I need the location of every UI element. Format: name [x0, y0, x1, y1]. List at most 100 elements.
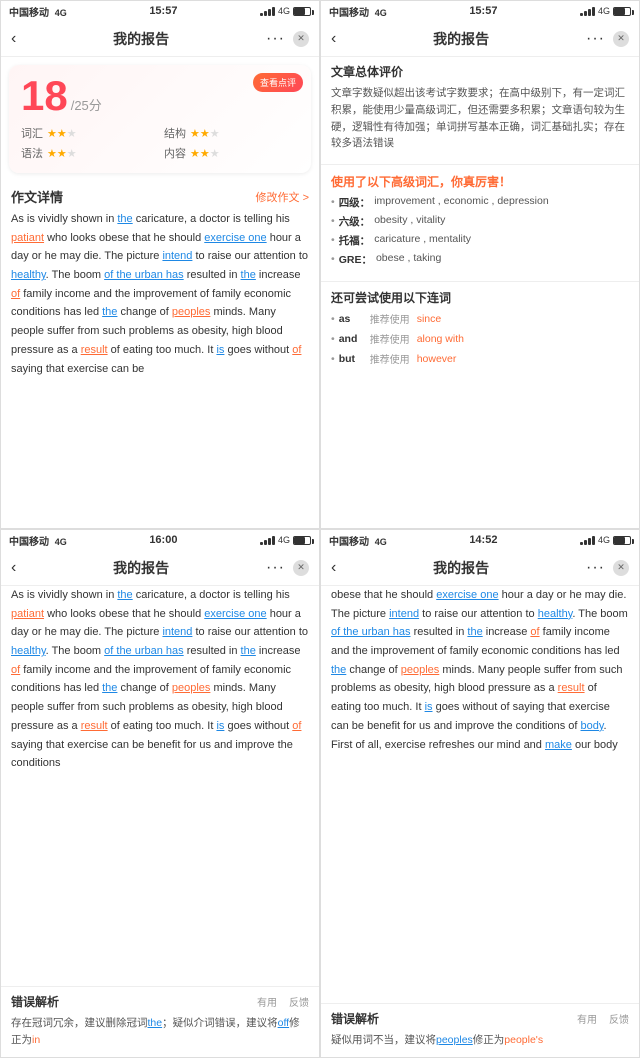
error-actions-3: 有用 反馈: [257, 994, 309, 1009]
vocab-list: 四级： improvement , economic , depression …: [331, 195, 629, 267]
battery-icon-2: [613, 7, 631, 16]
hl-patiant: patiant: [11, 232, 44, 244]
stars-grammar: ★★★: [47, 147, 77, 160]
status-bar-2: 中国移动 4G 15:57 4G: [321, 1, 639, 21]
score-grid: 词汇 ★★★ 结构 ★★★ 语法 ★★★ 内容 ★★★: [21, 125, 299, 161]
vocab-words-cet6: obesity , vitality: [374, 214, 445, 226]
network-icon-1: 4G: [278, 6, 290, 16]
conn-item-as: as 推荐使用 since: [331, 311, 629, 326]
nav-right-2: ··· ✕: [586, 30, 629, 48]
more-button-1[interactable]: ···: [266, 30, 285, 48]
conn-alt-as: since: [417, 313, 442, 325]
hl-urban-p4: of the urban has: [331, 626, 411, 638]
network-icon-2: 4G: [598, 6, 610, 16]
modify-essay-button[interactable]: 修改作文 >: [256, 189, 309, 205]
status-right-3: 4G: [260, 535, 311, 545]
network-icon-4: 4G: [598, 535, 610, 545]
time-2: 15:57: [469, 5, 497, 17]
nav-bar-2: ‹ 我的报告 ··· ✕: [321, 21, 639, 57]
err-the: the: [148, 1017, 163, 1029]
useful-button-3[interactable]: 有用: [257, 994, 277, 1009]
eval-text: 文章字数疑似超出该考试字数要求；在高中级别下，有一定词汇积累，能使用少量高级词汇…: [331, 85, 629, 152]
signal-icon-2: [580, 7, 595, 16]
close-button-2[interactable]: ✕: [613, 31, 629, 47]
error-actions-4: 有用 反馈: [577, 1011, 629, 1026]
eval-title: 文章总体评价: [331, 63, 629, 80]
stars-structure: ★★★: [190, 127, 220, 140]
nav-bar-1: ‹ 我的报告 ··· ✕: [1, 21, 319, 57]
hl-exercise-p3: exercise one: [204, 608, 266, 620]
essay-section-header: 作文详情 修改作文 >: [1, 181, 319, 210]
hl-the-p3-3: the: [102, 682, 117, 694]
nav-right-1: ··· ✕: [266, 30, 309, 48]
conn-word-and: and: [339, 333, 363, 345]
feedback-button-3[interactable]: 反馈: [289, 994, 309, 1009]
more-button-3[interactable]: ···: [266, 559, 285, 577]
status-right-2: 4G: [580, 6, 631, 16]
back-button-1[interactable]: ‹: [11, 30, 16, 48]
back-button-4[interactable]: ‹: [331, 559, 336, 577]
page-title-3: 我的报告: [113, 558, 169, 578]
conn-suggest-as: 推荐使用: [370, 311, 410, 326]
essay-content-4: obese that he should exercise one hour a…: [321, 586, 639, 1003]
score-item-structure: 结构 ★★★: [164, 125, 299, 141]
conn-suggest-but: 推荐使用: [370, 351, 410, 366]
vocab-level-cet6: 六级：: [339, 214, 371, 229]
nav-bar-4: ‹ 我的报告 ··· ✕: [321, 550, 639, 586]
vocab-words-toefl: caricature , mentality: [374, 233, 471, 245]
view-review-button[interactable]: 查看点评: [253, 73, 303, 92]
essay-title: 作文详情: [11, 187, 63, 206]
vocab-item-gre: GRE： obese , taking: [331, 252, 629, 267]
close-button-4[interactable]: ✕: [613, 560, 629, 576]
vocab-words-cet4: improvement , economic , depression: [374, 195, 549, 207]
hl-intend-p4: intend: [389, 608, 419, 620]
score-section: 查看点评 18 /25分 词汇 ★★★ 结构 ★★★ 语法 ★★★ 内容 ★★★: [9, 65, 311, 173]
error-header-3: 错误解析 有用 反馈: [11, 993, 309, 1010]
conn-title: 还可尝试使用以下连词: [331, 289, 629, 306]
score-label-content: 内容: [164, 145, 186, 161]
close-button-3[interactable]: ✕: [293, 560, 309, 576]
time-1: 15:57: [149, 5, 177, 17]
hl-the-p4: the: [467, 626, 482, 638]
status-bar-4: 中国移动 4G 14:52 4G: [321, 530, 639, 550]
hl-result-p4: result: [558, 682, 585, 694]
hl-peoples-1: peoples: [172, 306, 211, 318]
error-section-3: 错误解析 有用 反馈 存在冠词冗余，建议删除冠词the；疑似介词错误，建议将of…: [1, 986, 319, 1057]
more-button-2[interactable]: ···: [586, 30, 605, 48]
eval-section: 文章总体评价 文章字数疑似超出该考试字数要求；在高中级别下，有一定词汇积累，能使…: [321, 57, 639, 160]
useful-button-4[interactable]: 有用: [577, 1011, 597, 1026]
hl-the-p3-2: the: [241, 645, 256, 657]
close-button-1[interactable]: ✕: [293, 31, 309, 47]
conn-suggest-and: 推荐使用: [370, 331, 410, 346]
hl-peoples-p4: peoples: [401, 664, 440, 676]
hl-result-1: result: [81, 344, 108, 356]
score-label-grammar: 语法: [21, 145, 43, 161]
hl-is-1: is: [216, 344, 224, 356]
carrier-4: 中国移动 4G: [329, 533, 387, 548]
error-header-4: 错误解析 有用 反馈: [331, 1010, 629, 1027]
signal-icon-3: [260, 536, 275, 545]
hl-of-2: of: [292, 344, 301, 356]
conn-word-as: as: [339, 313, 363, 325]
vocab-level-gre: GRE：: [339, 252, 372, 267]
score-item-vocab: 词汇 ★★★: [21, 125, 156, 141]
time-3: 16:00: [149, 534, 177, 546]
hl-healthy-p4: healthy: [538, 608, 573, 620]
hl-the-p3-1: the: [117, 589, 132, 601]
panel-top-right: 中国移动 4G 15:57 4G ‹ 我的报告 ··· ✕ 文章总体评价 文章字…: [320, 0, 640, 529]
back-button-2[interactable]: ‹: [331, 30, 336, 48]
nav-bar-3: ‹ 我的报告 ··· ✕: [1, 550, 319, 586]
conn-word-but: but: [339, 353, 363, 365]
more-button-4[interactable]: ···: [586, 559, 605, 577]
battery-icon-3: [293, 536, 311, 545]
carrier-2: 中国移动 4G: [329, 4, 387, 19]
back-button-3[interactable]: ‹: [11, 559, 16, 577]
conn-list: as 推荐使用 since and 推荐使用 along with but 推荐…: [331, 311, 629, 366]
vocab-level-toefl: 托福：: [339, 233, 371, 248]
feedback-button-4[interactable]: 反馈: [609, 1011, 629, 1026]
err-in: in: [32, 1034, 40, 1046]
vocab-item-cet4: 四级： improvement , economic , depression: [331, 195, 629, 210]
vocab-item-cet6: 六级： obesity , vitality: [331, 214, 629, 229]
page-title-2: 我的报告: [433, 29, 489, 49]
hl-make-p4: make: [545, 739, 572, 751]
